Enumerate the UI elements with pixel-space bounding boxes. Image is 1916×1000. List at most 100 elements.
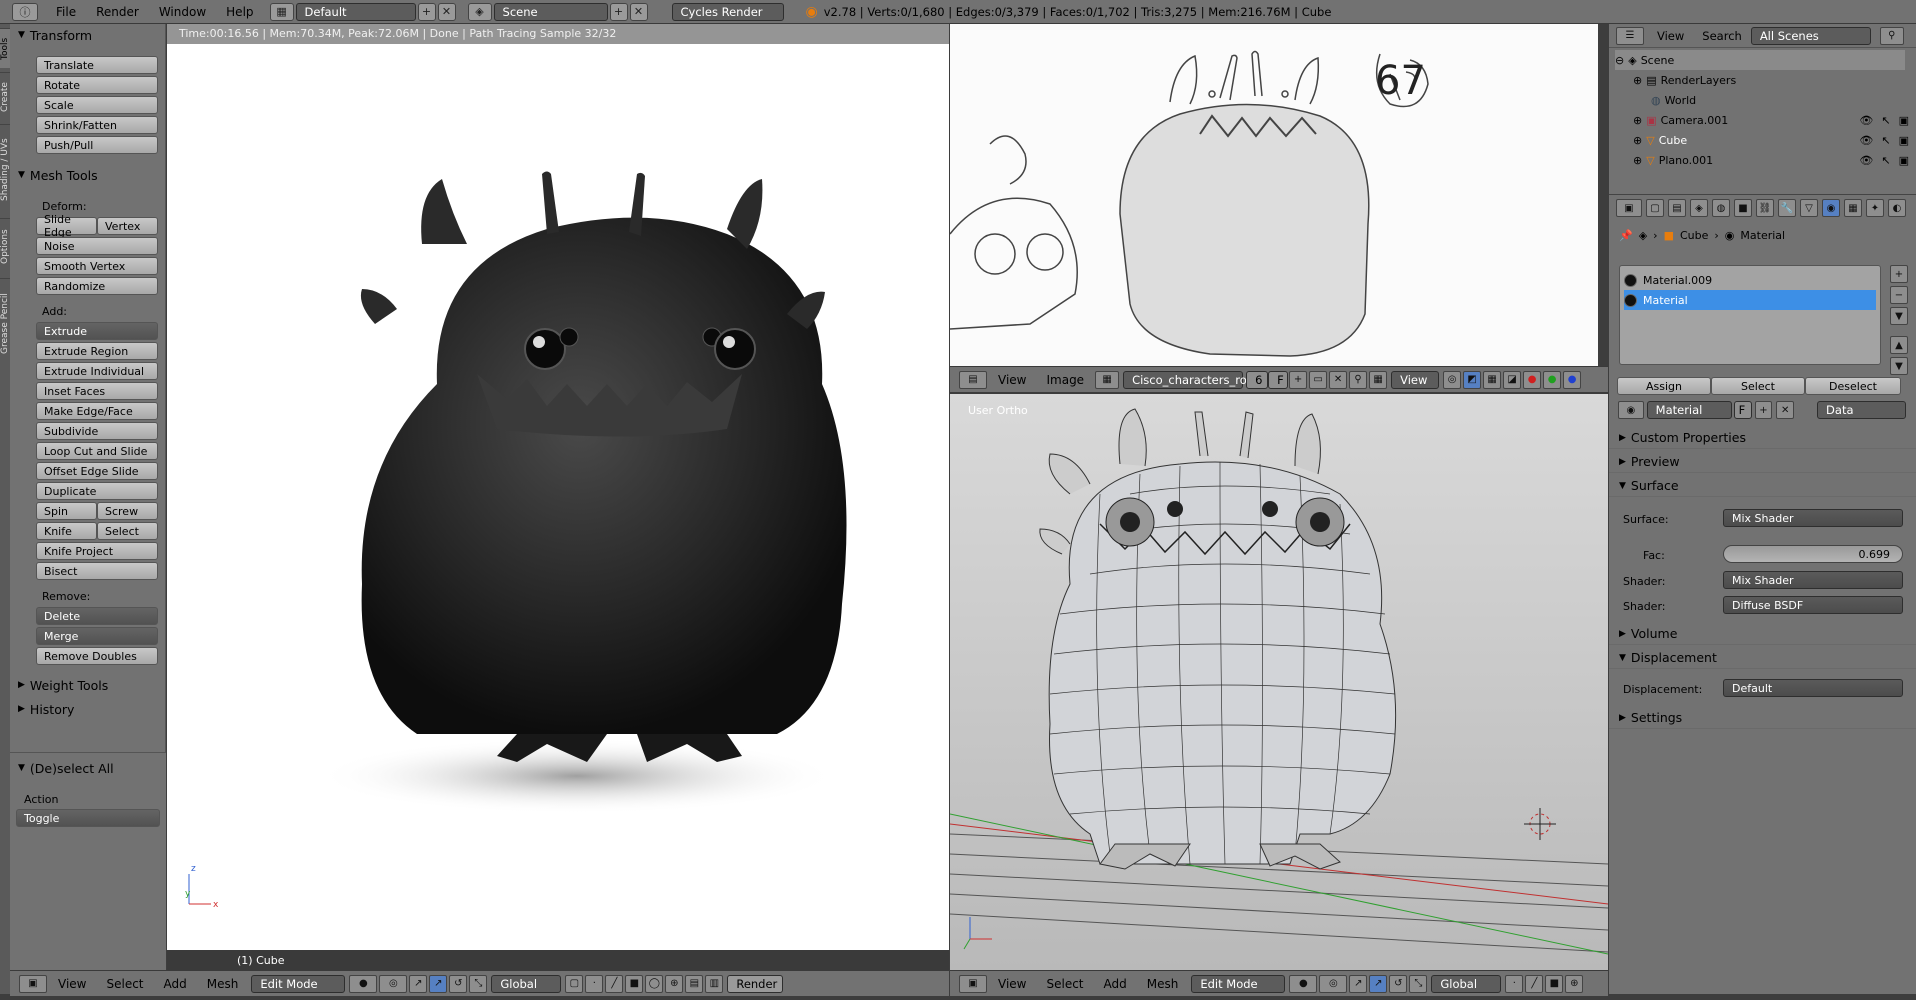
knife-button[interactable]: Knife: [36, 522, 97, 540]
slide-edge-button[interactable]: Slide Edge: [36, 213, 97, 239]
alpha-icon[interactable]: ▦: [1483, 370, 1502, 389]
image-browse-icon[interactable]: ▦: [1095, 370, 1120, 389]
3d-cursor-icon[interactable]: [1524, 808, 1556, 840]
render-camera-icon[interactable]: ▣: [1899, 134, 1909, 147]
editor-type-icon[interactable]: ▣: [19, 974, 47, 993]
tab-create[interactable]: Create: [0, 72, 10, 122]
screw-button[interactable]: Screw: [97, 502, 158, 520]
image-editor[interactable]: 67: [949, 24, 1598, 366]
render-camera-icon[interactable]: ▣: [1899, 154, 1909, 167]
green-channel-icon[interactable]: ●: [1543, 370, 1562, 389]
z-buffer-icon[interactable]: ◪: [1503, 370, 1522, 389]
data-tab-icon[interactable]: ▽: [1800, 199, 1818, 217]
extrude-region-button[interactable]: Extrude Region: [36, 342, 158, 360]
push-pull-button[interactable]: Push/Pull: [36, 136, 158, 154]
menu-mesh[interactable]: Mesh: [1137, 977, 1189, 991]
tab-options[interactable]: Options: [0, 218, 10, 274]
deselect-all-header[interactable]: ▼ (De)select All: [10, 757, 166, 779]
info-editor-icon[interactable]: ⓘ: [12, 2, 38, 21]
translate-manipulator-icon[interactable]: ↗: [1369, 974, 1388, 993]
rotate-button[interactable]: Rotate: [36, 76, 158, 94]
add-slot-icon[interactable]: +: [1890, 265, 1908, 283]
edge-select-icon[interactable]: ╱: [1525, 974, 1544, 993]
menu-window[interactable]: Window: [149, 5, 216, 19]
proportional-icon[interactable]: ◯: [645, 974, 664, 993]
make-edge-face-button[interactable]: Make Edge/Face: [36, 402, 158, 420]
translate-button[interactable]: Translate: [36, 56, 158, 74]
render-camera-icon[interactable]: ▣: [1899, 114, 1909, 127]
outliner-filter[interactable]: All Scenes: [1750, 26, 1871, 45]
custom-properties-header[interactable]: ▶ Custom Properties: [1609, 427, 1916, 449]
tab-tools[interactable]: Tools: [0, 28, 10, 68]
shader-1-selector[interactable]: Mix Shader: [1723, 571, 1903, 589]
smooth-vertex-button[interactable]: Smooth Vertex: [36, 257, 158, 275]
constraints-tab-icon[interactable]: ⛓: [1756, 199, 1774, 217]
material-slot-2[interactable]: Material: [1624, 290, 1876, 310]
render-engine-selector[interactable]: Cycles Render: [671, 2, 784, 21]
render-button[interactable]: Render: [727, 974, 784, 993]
modifiers-tab-icon[interactable]: 🔧: [1778, 199, 1796, 217]
tab-shading-uvs[interactable]: Shading / UVs: [0, 124, 10, 214]
scale-button[interactable]: Scale: [36, 96, 158, 114]
add-scene-icon[interactable]: +: [609, 2, 628, 21]
menu-view[interactable]: View: [48, 977, 96, 991]
scene-selector[interactable]: Scene: [493, 2, 608, 21]
color-channels-icon[interactable]: ◩: [1463, 370, 1482, 389]
delete-dropdown[interactable]: Delete: [36, 607, 158, 625]
outliner-editor-icon[interactable]: ☰: [1616, 26, 1644, 45]
menu-select[interactable]: Select: [1036, 977, 1093, 991]
rendered-viewport[interactable]: Time:00:16.56 | Mem:70.34M, Peak:72.06M …: [167, 24, 949, 970]
select-arrow-icon[interactable]: ↖: [1881, 114, 1890, 127]
snap-icon[interactable]: ⊕: [1565, 974, 1584, 993]
spin-button[interactable]: Spin: [36, 502, 97, 520]
loop-cut-button[interactable]: Loop Cut and Slide: [36, 442, 158, 460]
outliner-menu-search[interactable]: Search: [1696, 29, 1748, 43]
knife-select-button[interactable]: Select: [97, 522, 158, 540]
action-dropdown[interactable]: Toggle: [16, 809, 160, 827]
orientation-selector[interactable]: Global: [491, 974, 562, 993]
shading-icon[interactable]: ●: [1289, 974, 1318, 993]
material-tab-icon[interactable]: ◉: [1822, 199, 1840, 217]
duplicate-button[interactable]: Duplicate: [36, 482, 158, 500]
rotate-manipulator-icon[interactable]: ↺: [1389, 974, 1408, 993]
particles-tab-icon[interactable]: ✦: [1866, 199, 1884, 217]
menu-help[interactable]: Help: [216, 5, 263, 19]
volume-header[interactable]: ▶ Volume: [1609, 623, 1916, 645]
visibility-eye-icon[interactable]: 👁: [1859, 134, 1873, 147]
render-icon[interactable]: ▤: [685, 974, 704, 993]
world-tab-icon[interactable]: ◍: [1712, 199, 1730, 217]
offset-edge-slide-button[interactable]: Offset Edge Slide: [36, 462, 158, 480]
layout-icon[interactable]: ▦: [269, 2, 294, 21]
noise-button[interactable]: Noise: [36, 237, 158, 255]
vertex-slide-button[interactable]: Vertex: [97, 217, 158, 235]
subdivide-button[interactable]: Subdivide: [36, 422, 158, 440]
visibility-eye-icon[interactable]: 👁: [1859, 154, 1873, 167]
assign-button[interactable]: Assign: [1617, 377, 1711, 395]
merge-dropdown[interactable]: Merge: [36, 627, 158, 645]
pin-icon[interactable]: ⚲: [1349, 370, 1368, 389]
remove-scene-icon[interactable]: ✕: [629, 2, 648, 21]
mode-selector[interactable]: Edit Mode: [251, 974, 346, 993]
snap-icon[interactable]: ⊕: [665, 974, 684, 993]
slot-specials-icon[interactable]: ▼: [1890, 307, 1908, 325]
select-button[interactable]: Select: [1711, 377, 1805, 395]
menu-select[interactable]: Select: [96, 977, 153, 991]
knife-project-button[interactable]: Knife Project: [36, 542, 158, 560]
menu-file[interactable]: File: [46, 5, 86, 19]
tab-grease-pencil[interactable]: Grease Pencil: [0, 278, 10, 368]
remove-doubles-button[interactable]: Remove Doubles: [36, 647, 158, 665]
link-selector[interactable]: Data: [1817, 401, 1906, 419]
outliner-row-camera[interactable]: ⊕ ▣ Camera.001 👁 ↖ ▣: [1633, 110, 1909, 130]
unlink-image-icon[interactable]: ✕: [1329, 370, 1348, 389]
menu-view[interactable]: View: [988, 373, 1036, 387]
move-down-icon[interactable]: ▼: [1890, 357, 1908, 375]
move-up-icon[interactable]: ▲: [1890, 336, 1908, 354]
editor-type-icon[interactable]: ▣: [1616, 199, 1642, 217]
randomize-button[interactable]: Randomize: [36, 277, 158, 295]
manipulator-icon[interactable]: ↗: [1349, 974, 1368, 993]
pin-icon[interactable]: 📌: [1619, 229, 1633, 242]
view-mode-icon[interactable]: ▦: [1369, 370, 1388, 389]
object-tab-icon[interactable]: ■: [1734, 199, 1752, 217]
search-icon[interactable]: ⚲: [1879, 26, 1904, 45]
editor-type-icon[interactable]: ▤: [959, 370, 987, 389]
